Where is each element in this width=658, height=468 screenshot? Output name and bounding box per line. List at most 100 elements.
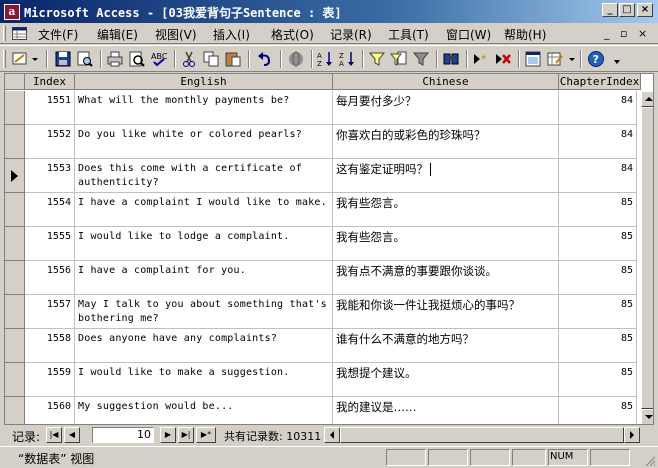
spelling-icon[interactable]: ABC [150,50,168,68]
cell-chapterindex[interactable]: 84 [559,125,637,159]
record-selector[interactable] [5,227,25,261]
cell-chinese[interactable]: 我有点不满意的事要跟你谈谈。 [333,261,559,295]
cell-chapterindex[interactable]: 85 [559,295,637,329]
cell-chinese[interactable]: 我有些怨言。 [333,193,559,227]
paste-icon[interactable] [224,50,242,68]
table-row[interactable]: 1559 I would like to make a suggestion. 我想… [5,363,653,397]
menu-grip[interactable] [3,26,6,41]
filter-by-form-icon[interactable] [390,50,408,68]
new-record-icon[interactable]: * [472,50,490,68]
cell-index[interactable]: 1560 [25,397,75,424]
column-header-chinese[interactable]: Chinese [333,74,559,90]
cell-chapterindex[interactable]: 84 [559,159,637,193]
menu-records[interactable]: 记录(R) [330,26,372,43]
table-row[interactable]: 1553 Does this come with a certificate of… [5,159,653,193]
table-document-icon[interactable] [12,27,27,40]
horizontal-scroll-thumb[interactable] [340,427,624,443]
menu-help[interactable]: 帮助(H) [504,26,546,43]
cell-english[interactable]: I have a complaint for you. [75,261,333,295]
cell-chinese[interactable]: 我有些怨言。 [333,227,559,261]
menu-edit[interactable]: 编辑(E) [97,26,138,43]
scroll-down-button[interactable] [641,409,653,424]
cell-chinese[interactable]: 我的建议是…… [333,397,559,424]
table-row[interactable]: 1558 Does anyone have any complaints? 谁有什么… [5,329,653,363]
column-header-english[interactable]: English [75,74,333,90]
toolbar-grip[interactable] [3,50,6,68]
last-record-button[interactable]: ▶| [178,427,194,443]
cell-english[interactable]: Does anyone have any complaints? [75,329,333,363]
table-row[interactable]: 1551 What will the monthly payments be? 每月… [5,91,653,125]
cell-chapterindex[interactable]: 85 [559,397,637,424]
cell-chinese[interactable]: 这有鉴定证明吗？ [333,159,559,193]
maximize-button[interactable]: □ [619,3,635,17]
horizontal-scrollbar[interactable] [324,427,640,443]
cell-chinese[interactable]: 我能和你谈一件让我挺烦心的事吗？ [333,295,559,329]
sort-descending-icon[interactable]: Z A [338,50,356,68]
first-record-button[interactable]: |◀ [46,427,62,443]
database-window-icon[interactable] [524,50,542,68]
cell-index[interactable]: 1551 [25,91,75,125]
search-file-icon[interactable] [76,50,94,68]
cell-index[interactable]: 1554 [25,193,75,227]
menu-window[interactable]: 窗口(W) [446,26,491,43]
scroll-left-button[interactable] [324,427,340,443]
cell-index[interactable]: 1552 [25,125,75,159]
column-header-chapterindex[interactable]: ChapterIndex [559,74,641,90]
cut-icon[interactable] [180,50,198,68]
table-row[interactable]: 1555 I would like to lodge a complaint. 我有… [5,227,653,261]
record-number-input[interactable]: 10 [92,427,154,443]
record-selector[interactable] [5,159,25,193]
table-row[interactable]: 1560 My suggestion would be... 我的建议是…… 85 [5,397,653,424]
delete-record-icon[interactable] [494,50,512,68]
vertical-scrollbar[interactable] [641,91,653,424]
column-header-index[interactable]: Index [25,74,75,90]
scroll-up-button[interactable] [641,91,653,107]
cell-english[interactable]: I would like to lodge a complaint. [75,227,333,261]
cell-chinese[interactable]: 谁有什么不满意的地方吗？ [333,329,559,363]
record-selector[interactable] [5,363,25,397]
find-icon[interactable] [442,50,460,68]
cell-english[interactable]: I have a complaint I would like to make. [75,193,333,227]
scroll-thumb[interactable] [641,107,653,409]
view-icon[interactable] [12,50,42,68]
scroll-right-button[interactable] [624,427,640,443]
cell-english[interactable]: Does this come with a certificate of aut… [75,159,333,193]
menu-view[interactable]: 视图(V) [155,26,197,43]
close-button[interactable]: × [637,3,653,17]
copy-icon[interactable] [202,50,220,68]
menu-format[interactable]: 格式(O) [271,26,314,43]
table-row[interactable]: 1556 I have a complaint for you. 我有点不满意的事要… [5,261,653,295]
table-row[interactable]: 1557 May I talk to you about something th… [5,295,653,329]
record-selector[interactable] [5,91,25,125]
select-all-corner[interactable] [5,74,25,90]
cell-chapterindex[interactable]: 85 [559,193,637,227]
cell-index[interactable]: 1553 [25,159,75,193]
access-app-icon[interactable]: a [4,4,20,20]
cell-chapterindex[interactable]: 85 [559,261,637,295]
cell-english[interactable]: May I talk to you about something that's… [75,295,333,329]
child-minimize-button[interactable]: _ [604,27,610,40]
record-selector[interactable] [5,397,25,424]
record-selector[interactable] [5,329,25,363]
cell-english[interactable]: Do you like white or colored pearls? [75,125,333,159]
help-icon[interactable]: ? [587,50,605,68]
child-close-button[interactable]: × [638,27,647,40]
sort-ascending-icon[interactable]: A Z [316,50,334,68]
datasheet-grid[interactable]: Index English Chinese ChapterIndex 1551 W… [4,73,654,425]
print-icon[interactable] [106,50,124,68]
title-bar[interactable]: a Microsoft Access - [03我爱背句子Sentence : … [0,0,658,23]
record-selector[interactable] [5,125,25,159]
undo-icon[interactable] [256,50,274,68]
table-row[interactable]: 1554 I have a complaint I would like to m… [5,193,653,227]
record-selector[interactable] [5,261,25,295]
cell-english[interactable]: My suggestion would be... [75,397,333,424]
table-row[interactable]: 1552 Do you like white or colored pearls?… [5,125,653,159]
minimize-button[interactable]: _ [602,3,618,17]
previous-record-button[interactable]: ◀ [64,427,80,443]
print-preview-icon[interactable] [128,50,146,68]
menu-insert[interactable]: 插入(I) [213,26,250,43]
toolbar-options-icon[interactable] [612,50,622,68]
new-record-nav-button[interactable]: ▶* [196,427,216,443]
filter-by-selection-icon[interactable] [368,50,386,68]
new-object-dropdown-icon[interactable] [568,50,576,68]
